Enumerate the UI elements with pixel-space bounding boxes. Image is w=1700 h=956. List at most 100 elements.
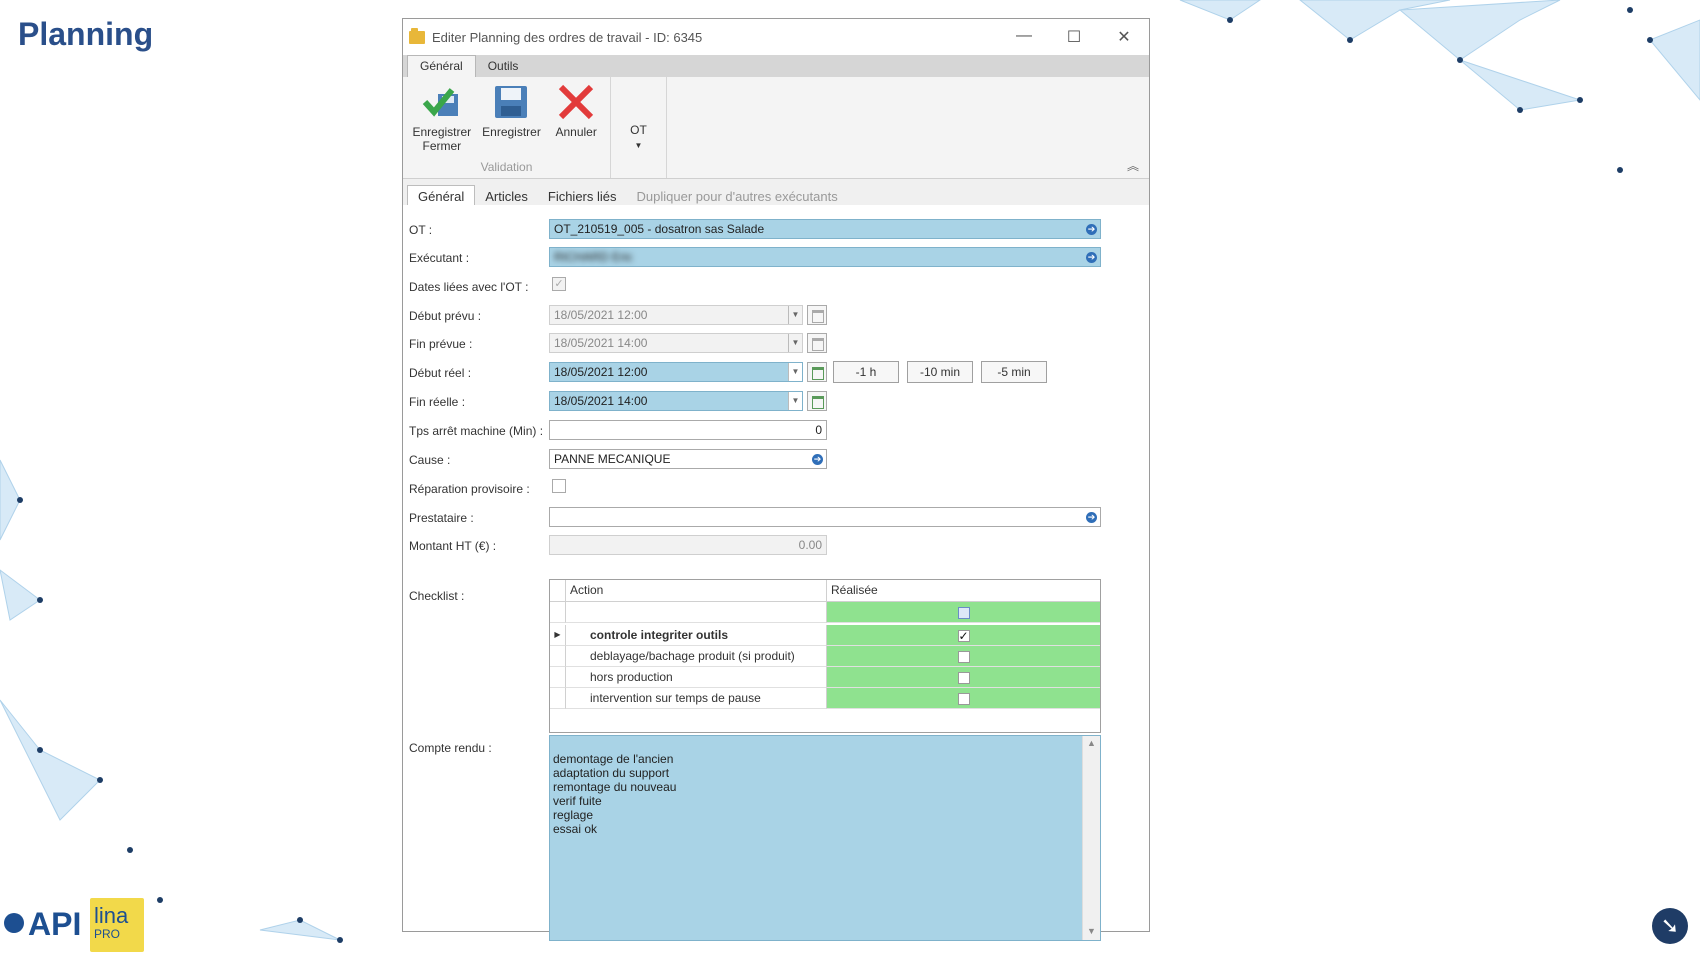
slide-title: Planning — [18, 16, 154, 52]
done-cell[interactable] — [826, 646, 1100, 667]
open-ot-icon[interactable]: ➔ — [1086, 224, 1097, 235]
checklist-grid: Action Réalisée ▶ controle integriter ou… — [549, 579, 1101, 733]
compte-rendu-value: demontage de l'ancien adaptation du supp… — [553, 752, 677, 836]
checklist-header: Action Réalisée — [550, 580, 1100, 602]
save-close-label: Enregistrer Fermer — [412, 125, 472, 153]
maximize-button[interactable]: ☐ — [1049, 27, 1099, 47]
row-selector[interactable] — [550, 667, 566, 688]
row-selector-current[interactable]: ▶ — [550, 625, 566, 646]
minus-5min-button[interactable]: -5 min — [981, 361, 1047, 383]
edit-planning-window: Editer Planning des ordres de travail - … — [402, 18, 1150, 941]
table-row[interactable]: intervention sur temps de pause — [566, 688, 826, 709]
executant-field[interactable]: RICHARD Eric ➔ — [549, 247, 1101, 267]
debut-reel-value: 18/05/2021 12:00 — [554, 365, 648, 379]
row-selector[interactable] — [550, 646, 566, 667]
lina-logo: lina PRO — [90, 898, 144, 952]
checklist-label: Checklist : — [409, 589, 465, 603]
debut-reel-calendar-icon[interactable] — [807, 362, 827, 382]
lina-logo-pro: PRO — [94, 927, 121, 941]
fin-reelle-label: Fin réelle : — [409, 395, 466, 409]
compte-rendu-label: Compte rendu : — [409, 741, 492, 755]
ot-dropdown-button[interactable]: OT ▼ — [611, 77, 666, 178]
row-selector[interactable] — [550, 688, 566, 709]
debut-prevu-field[interactable]: 18/05/2021 12:00 ▼ — [549, 305, 803, 325]
minus-1h-button[interactable]: -1 h — [833, 361, 899, 383]
fin-prevue-value: 18/05/2021 14:00 — [554, 336, 648, 350]
prestataire-field[interactable]: ➔ — [549, 507, 1101, 527]
ot-label: OT : — [409, 223, 433, 237]
ribbon-tab-general[interactable]: Général — [407, 55, 476, 77]
window-controls: — ☐ ✕ — [999, 27, 1149, 47]
scroll-down-icon[interactable]: ▼ — [1083, 924, 1100, 938]
tps-arret-label: Tps arrêt machine (Min) : — [409, 424, 544, 438]
reparation-checkbox[interactable] — [552, 479, 566, 493]
api-logo: API — [4, 906, 81, 943]
validation-group: Enregistrer Fermer Enregistrer Annuler V… — [403, 77, 611, 178]
ribbon: Enregistrer Fermer Enregistrer Annuler V… — [403, 77, 1149, 179]
done-checkbox[interactable] — [957, 671, 970, 684]
compte-rendu-scrollbar[interactable]: ▲ ▼ — [1082, 736, 1100, 940]
filter-action-cell[interactable] — [566, 602, 826, 623]
slide: Planning API lina PRO ➘ Editer Planning d… — [0, 0, 1700, 956]
executant-value: RICHARD Eric — [554, 250, 633, 264]
tps-arret-value: 0 — [815, 423, 822, 437]
table-row[interactable]: controle integriter outils — [566, 625, 826, 646]
debut-prevu-label: Début prévu : — [409, 309, 482, 323]
save-close-icon — [407, 81, 477, 123]
folder-icon — [409, 27, 425, 44]
done-checkbox[interactable] — [957, 650, 970, 663]
fin-reelle-value: 18/05/2021 14:00 — [554, 394, 648, 408]
filter-realisee-cell[interactable] — [826, 602, 1100, 623]
next-slide-button[interactable]: ➘ — [1652, 908, 1688, 944]
api-logo-mark — [4, 913, 24, 933]
debut-prevu-dropdown-icon[interactable]: ▼ — [788, 306, 802, 324]
ribbon-tabs: Général Outils — [403, 55, 1149, 77]
fin-reelle-calendar-icon[interactable] — [807, 391, 827, 411]
fin-reelle-field[interactable]: 18/05/2021 14:00 ▼ — [549, 391, 803, 411]
column-realisee[interactable]: Réalisée — [826, 580, 1100, 601]
close-button[interactable]: ✕ — [1099, 27, 1149, 47]
ot-field[interactable]: OT_210519_005 - dosatron sas Salade ➔ — [549, 219, 1101, 239]
fin-prevue-dropdown-icon[interactable]: ▼ — [788, 334, 802, 352]
api-logo-text: API — [28, 906, 82, 942]
fin-prevue-calendar-icon[interactable] — [807, 333, 827, 353]
open-cause-icon[interactable]: ➔ — [812, 454, 823, 465]
done-cell[interactable] — [826, 688, 1100, 709]
minimize-button[interactable]: — — [999, 27, 1049, 47]
done-cell[interactable] — [826, 667, 1100, 688]
done-checkbox[interactable] — [957, 692, 970, 705]
open-prestataire-icon[interactable]: ➔ — [1086, 512, 1097, 523]
scroll-up-icon[interactable]: ▲ — [1083, 736, 1100, 750]
montant-value: 0.00 — [798, 538, 822, 552]
validation-group-label: Validation — [480, 160, 533, 174]
debut-reel-field[interactable]: 18/05/2021 12:00 ▼ — [549, 362, 803, 382]
debut-prevu-calendar-icon[interactable] — [807, 305, 827, 325]
fin-prevue-field[interactable]: 18/05/2021 14:00 ▼ — [549, 333, 803, 353]
minus-10min-button[interactable]: -10 min — [907, 361, 973, 383]
done-cell[interactable]: ✓ — [826, 625, 1100, 646]
filter-row-selector — [550, 602, 566, 623]
montant-field[interactable]: 0.00 — [549, 535, 827, 555]
debut-prevu-value: 18/05/2021 12:00 — [554, 308, 648, 322]
fin-reelle-dropdown-icon[interactable]: ▼ — [788, 392, 802, 410]
cancel-label: Annuler — [555, 125, 597, 139]
cause-field[interactable]: PANNE MECANIQUE ➔ — [549, 449, 827, 469]
debut-reel-dropdown-icon[interactable]: ▼ — [788, 363, 802, 381]
cause-value: PANNE MECANIQUE — [554, 452, 671, 466]
executant-label: Exécutant : — [409, 251, 470, 265]
done-checkbox[interactable]: ✓ — [957, 629, 970, 642]
table-row[interactable]: hors production — [566, 667, 826, 688]
collapse-ribbon-icon[interactable]: ︽ — [1127, 157, 1139, 174]
open-executant-icon[interactable]: ➔ — [1086, 252, 1097, 263]
compte-rendu-textarea[interactable]: demontage de l'ancien adaptation du supp… — [549, 735, 1101, 941]
ot-group: OT ▼ — [611, 77, 667, 178]
ot-value: OT_210519_005 - dosatron sas Salade — [554, 222, 765, 236]
tps-arret-field[interactable]: 0 — [549, 420, 827, 440]
cause-label: Cause : — [409, 453, 451, 467]
ot-label: OT — [630, 123, 647, 137]
table-row[interactable]: deblayage/bachage produit (si produit) — [566, 646, 826, 667]
ribbon-tab-outils[interactable]: Outils — [476, 56, 531, 77]
dates-liees-checkbox[interactable]: ✓ — [552, 277, 566, 291]
save-label: Enregistrer — [482, 125, 541, 139]
column-action[interactable]: Action — [566, 580, 826, 601]
